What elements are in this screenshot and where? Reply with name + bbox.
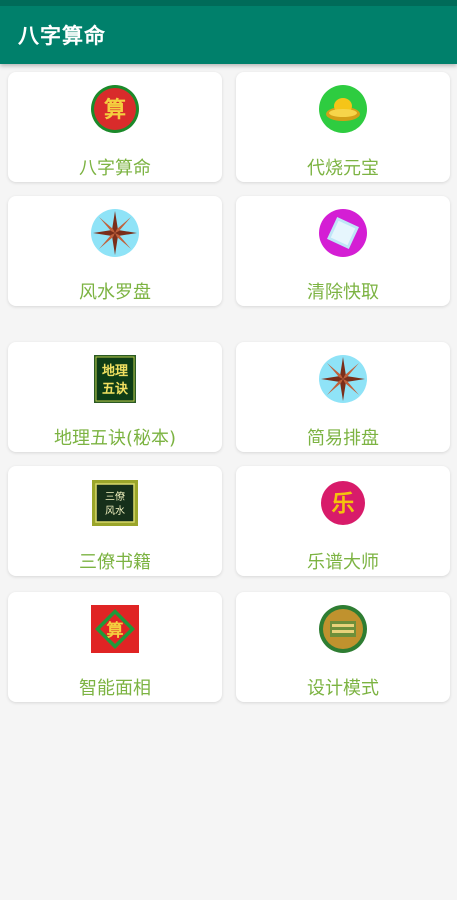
menu-item-sanliao-books[interactable]: 三僚 风水 三僚书籍 (8, 466, 222, 576)
menu-item-music-master[interactable]: 乐 乐谱大师 (236, 466, 450, 576)
app-bar: 八字算命 (0, 0, 457, 64)
svg-text:风水: 风水 (105, 505, 125, 517)
menu-item-label: 乐谱大师 (307, 552, 379, 573)
menu-item-burn-ingot[interactable]: 代烧元宝 (236, 72, 450, 182)
sanliao-fengshui-book-icon: 三僚 风水 (92, 480, 138, 526)
yue-music-character-icon: 乐 (321, 481, 365, 525)
svg-text:算: 算 (106, 620, 124, 641)
menu-item-design-mode[interactable]: 设计模式 (236, 592, 450, 702)
svg-text:乐: 乐 (332, 491, 355, 517)
dili-wujue-book-cover-icon: 地理 五诀 (94, 355, 136, 403)
menu-item-label: 风水罗盘 (79, 282, 151, 303)
menu-item-label: 三僚书籍 (79, 552, 151, 573)
compass-rose-icon (91, 209, 139, 257)
menu-item-clear-cache[interactable]: 清除快取 (236, 196, 450, 306)
menu-item-label: 清除快取 (307, 282, 379, 303)
face-reading-diamond-icon: 算 (91, 605, 139, 653)
status-bar (0, 0, 457, 6)
menu-item-label: 设计模式 (307, 678, 379, 699)
clear-cache-diamond-icon (319, 209, 367, 257)
svg-text:地理: 地理 (102, 363, 128, 379)
svg-text:五诀: 五诀 (102, 381, 129, 397)
design-mode-badge-icon (319, 605, 367, 653)
app-title: 八字算命 (18, 24, 106, 48)
svg-text:算: 算 (104, 97, 126, 123)
menu-item-face-reading[interactable]: 算 智能面相 (8, 592, 222, 702)
menu-item-label: 智能面相 (79, 678, 151, 699)
menu-item-label: 代烧元宝 (307, 158, 379, 179)
menu-item-simple-chart[interactable]: 简易排盘 (236, 342, 450, 452)
menu-item-label: 简易排盘 (307, 428, 379, 449)
menu-item-dili-wujue[interactable]: 地理 五诀 地理五诀(秘本) (8, 342, 222, 452)
gold-ingot-icon (319, 85, 367, 133)
compass-rose-icon (319, 355, 367, 403)
menu-item-fengshui-compass[interactable]: 风水罗盘 (8, 196, 222, 306)
menu-item-label: 地理五诀(秘本) (53, 428, 177, 449)
svg-text:三僚: 三僚 (105, 490, 125, 503)
menu-item-bazi[interactable]: 算 八字算命 (8, 72, 222, 182)
menu-item-label: 八字算命 (79, 158, 151, 179)
suan-character-red-circle-icon: 算 (91, 85, 139, 133)
